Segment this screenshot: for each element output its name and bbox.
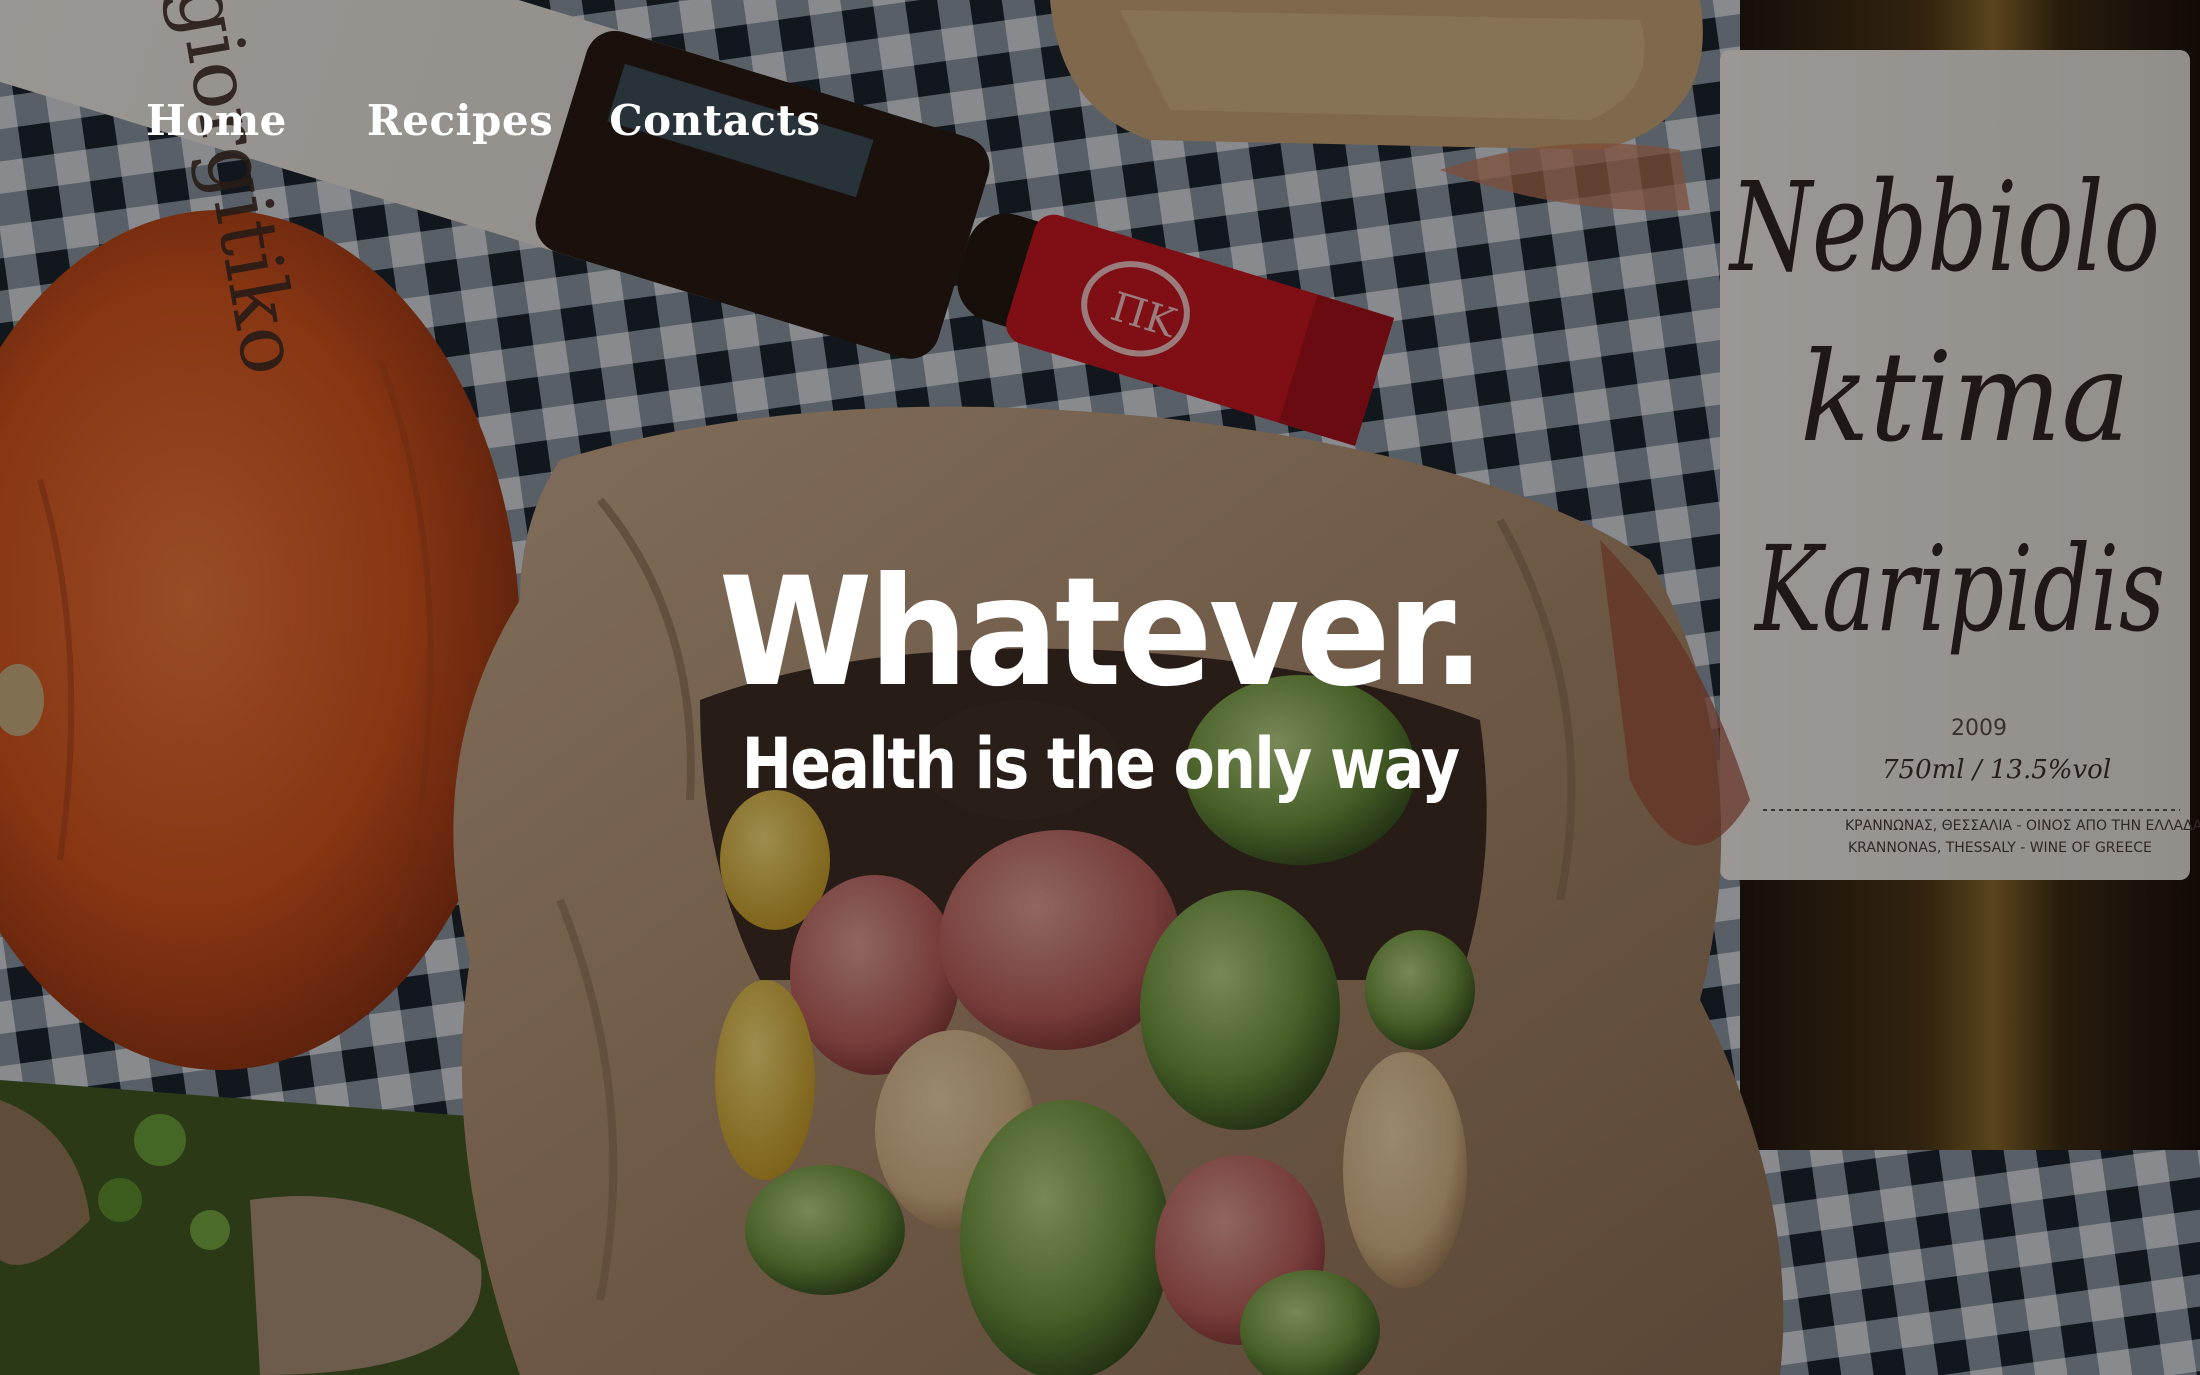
svg-text:KRANNONAS, THESSALY - WINE OF: KRANNONAS, THESSALY - WINE OF GREECE [1848, 840, 2152, 856]
svg-text:ktima: ktima [1800, 326, 2130, 470]
hero-section: ΠΚ agiorgitiko Nebbiolo ktima Karipidis … [0, 0, 2200, 1375]
nav-link-home[interactable]: Home [146, 96, 287, 145]
nav-link-recipes[interactable]: Recipes [367, 96, 553, 145]
top-navigation: Home Recipes Contacts [146, 96, 820, 145]
hero-headline-block: Whatever. Health is the only way [0, 548, 2200, 804]
svg-text:Nebbiolo: Nebbiolo [1728, 156, 2160, 300]
hero-title: Whatever. [718, 546, 1485, 720]
svg-text:ΚΡΑΝΝΩΝΑΣ, ΘΕΣΣΑΛΙΑ - ΟΙΝΟΣ ΑΠ: ΚΡΑΝΝΩΝΑΣ, ΘΕΣΣΑΛΙΑ - ΟΙΝΟΣ ΑΠΟ ΤΗΝ ΕΛΛΑ… [1845, 818, 2200, 834]
nav-link-contacts[interactable]: Contacts [609, 96, 820, 145]
hero-subtitle: Health is the only way [741, 723, 1460, 805]
